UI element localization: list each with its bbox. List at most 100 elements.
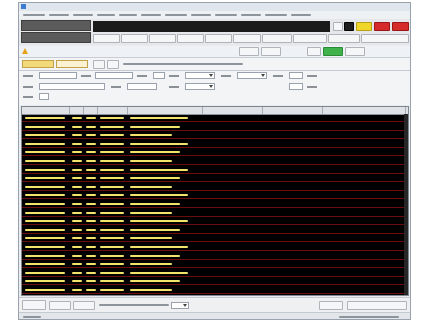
select-2[interactable] (237, 72, 267, 79)
alert-button-red-1[interactable] (374, 22, 390, 31)
input-6[interactable] (127, 83, 157, 90)
table-row[interactable] (22, 158, 408, 165)
tab-1[interactable] (22, 60, 54, 68)
table-row[interactable] (22, 124, 408, 131)
column-header-8[interactable] (323, 107, 406, 114)
tab-2[interactable] (56, 60, 88, 68)
table-row[interactable] (22, 149, 408, 157)
header-button-2[interactable] (261, 47, 281, 56)
select-1[interactable] (185, 72, 215, 79)
table-row[interactable] (22, 287, 408, 294)
table-row[interactable] (22, 201, 408, 208)
bottom-button-1[interactable] (49, 301, 71, 310)
input-4[interactable] (289, 72, 303, 79)
table-row[interactable] (22, 210, 408, 217)
alert-button-yellow[interactable] (356, 22, 372, 31)
table-row[interactable] (22, 253, 408, 260)
table-cell (100, 271, 124, 274)
header-button-green[interactable] (323, 47, 343, 56)
toolbar-button-6[interactable] (233, 34, 261, 43)
nav-prev-button[interactable] (93, 60, 105, 69)
input-5[interactable] (39, 83, 105, 90)
table-cell (86, 177, 96, 180)
menu-item-11[interactable] (265, 14, 287, 16)
table-cell (130, 151, 180, 154)
table-row[interactable] (22, 167, 408, 174)
table-row[interactable] (22, 192, 408, 200)
table-row[interactable] (22, 175, 408, 183)
table-row[interactable] (22, 278, 408, 286)
table-row[interactable] (22, 244, 408, 251)
column-header-7[interactable] (263, 107, 323, 114)
input-2[interactable] (95, 72, 133, 79)
header-button-4[interactable] (345, 47, 365, 56)
menu-item-3[interactable] (73, 14, 93, 16)
table-row[interactable] (22, 261, 408, 269)
column-header-5[interactable] (128, 107, 203, 114)
table-cell (130, 280, 180, 283)
toolbar-button-9[interactable] (328, 34, 360, 43)
menu-item-12[interactable] (291, 14, 311, 16)
toolbar-button-3[interactable] (149, 34, 176, 43)
table-row[interactable] (22, 235, 408, 243)
table-row[interactable] (22, 227, 408, 234)
column-header-1[interactable] (22, 107, 70, 114)
toolbar-button-7[interactable] (262, 34, 292, 43)
table-row[interactable] (22, 115, 408, 122)
table-cell (25, 125, 65, 128)
menu-item-9[interactable] (215, 14, 237, 16)
menu-item-8[interactable] (191, 14, 211, 16)
input-7[interactable] (289, 83, 303, 90)
toolbar-small-button-2[interactable] (344, 22, 354, 31)
column-header-4[interactable] (98, 107, 128, 114)
bottom-select[interactable] (171, 302, 189, 309)
chevron-down-icon (209, 85, 213, 88)
menu-item-4[interactable] (97, 14, 115, 16)
select-3[interactable] (185, 83, 215, 90)
toolbar-button-4[interactable] (177, 34, 204, 43)
menu-item-6[interactable] (141, 14, 161, 16)
menu-item-1[interactable] (23, 14, 45, 16)
bottom-button-3[interactable] (319, 301, 343, 310)
toolbar-button-1[interactable] (93, 34, 120, 43)
table-row[interactable] (22, 184, 408, 191)
menu-item-10[interactable] (241, 14, 261, 16)
nav-next-button[interactable] (107, 60, 119, 69)
table-header (22, 107, 408, 115)
input-1[interactable] (39, 72, 77, 79)
column-header-6[interactable] (203, 107, 263, 114)
table-row[interactable] (22, 141, 408, 148)
date-range-text (123, 63, 243, 65)
column-header-2[interactable] (70, 107, 84, 114)
toolbar-button-5[interactable] (205, 34, 232, 43)
menu-item-7[interactable] (165, 14, 187, 16)
table-cell (130, 263, 172, 266)
menu-item-2[interactable] (49, 14, 69, 16)
table-cell (130, 177, 180, 180)
alert-button-red-2[interactable] (392, 22, 409, 31)
table-cell (130, 246, 188, 248)
table-cell (100, 194, 124, 197)
table-cell (86, 142, 96, 145)
checkbox-1[interactable] (39, 93, 49, 100)
table-row[interactable] (22, 270, 408, 277)
toolbar-button-10[interactable] (361, 34, 409, 43)
header-button-3[interactable] (307, 47, 321, 56)
table-row[interactable] (22, 132, 408, 140)
mode-label-top (21, 20, 91, 31)
table-cell (72, 228, 82, 231)
table-row[interactable] (22, 218, 408, 226)
column-header-3[interactable] (84, 107, 98, 114)
input-3[interactable] (153, 72, 165, 79)
table-cell (25, 134, 65, 137)
toolbar-small-button-1[interactable] (333, 22, 343, 31)
table-scrollbar[interactable] (404, 114, 408, 295)
toolbar-button-8[interactable] (293, 34, 327, 43)
bottom-button-2[interactable] (73, 301, 95, 310)
menu-item-5[interactable] (119, 14, 137, 16)
table-cell (86, 151, 96, 154)
table-cell (25, 237, 65, 240)
bottom-button-4[interactable] (347, 301, 407, 310)
toolbar-button-2[interactable] (121, 34, 148, 43)
header-button-1[interactable] (239, 47, 259, 56)
